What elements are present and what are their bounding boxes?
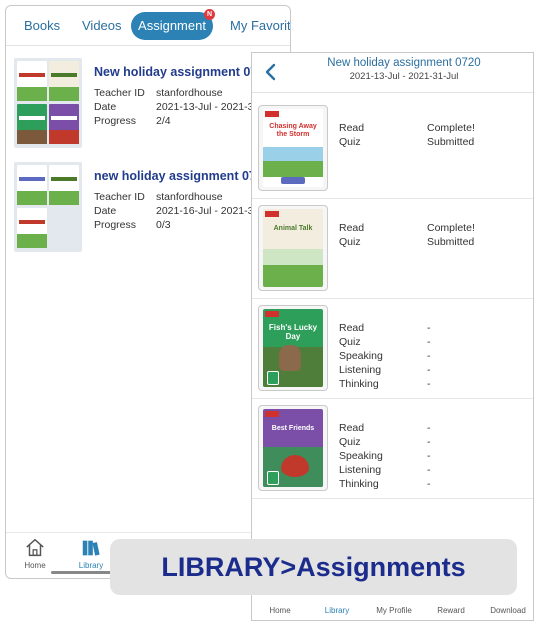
library-tabbar: Books Videos Assignment N My Favorite [6,6,290,46]
book-row[interactable]: Animal Talk Read Complete! Quiz Submitted [252,199,533,299]
cover-title: Chasing Away the Storm [269,123,317,138]
home-icon [26,538,44,557]
detail-dates: 2021-13-Jul - 2021-31-Jul [349,71,459,82]
nav-home-label: Home [24,561,46,570]
book-cover[interactable]: Chasing Away the Storm [258,105,328,191]
teacher-row: Teacher ID stanfordhouse [94,87,223,99]
task-listening: Listening - [339,464,431,476]
date-row: Date 2021-16-Jul - 2021-31-Jul [94,205,276,217]
nav-reward[interactable]: Reward [426,606,476,620]
nav-download[interactable]: Download [483,606,533,620]
tab-assignment[interactable]: Assignment N [131,9,215,40]
task-speaking: Speaking - [339,450,431,462]
task-read: Read Complete! [339,222,475,234]
nav-home[interactable]: Home [255,606,305,620]
task-thinking: Thinking - [339,478,431,490]
book-row[interactable]: Chasing Away the Storm Read Complete! Qui… [252,99,533,199]
library-icon [82,540,100,556]
nav-profile-label: My Profile [376,606,412,615]
task-speaking: Speaking - [339,350,431,362]
task-read: Read Complete! [339,122,475,134]
cover-art: Animal Talk [263,209,323,287]
nav-library[interactable]: Library [312,606,362,620]
cover-title: Best Friends [271,425,315,432]
date-row: Date 2021-13-Jul - 2021-31-Jul [94,101,276,113]
book-thumb [17,208,47,248]
tab-videos[interactable]: Videos [82,12,122,40]
book-thumb [17,61,47,101]
caption-banner: LIBRARY>Assignments [110,539,517,595]
teacher-row: Teacher ID stanfordhouse [94,191,223,203]
cover-art: Best Friends [263,409,323,487]
book-row[interactable]: Best Friends Read - Quiz - Speaking - Liste… [252,399,533,499]
book-thumb [17,104,47,144]
task-quiz: Quiz Submitted [339,136,475,148]
task-quiz: Quiz - [339,436,431,448]
cover-title: Animal Talk [273,225,313,232]
task-quiz: Quiz - [339,336,431,348]
nav-library-label: Library [324,606,350,615]
book-cover[interactable]: Best Friends [258,405,328,491]
nav-reward-label: Reward [437,606,465,615]
nav-download-label: Download [490,606,526,615]
detail-title: New holiday assignment 0720 [327,57,481,69]
tab-books[interactable]: Books [24,12,60,40]
nav-home[interactable]: Home [10,537,60,570]
book-cover[interactable]: Animal Talk [258,205,328,291]
assignment-detail-screen: New holiday assignment 0720 2021-13-Jul … [251,52,534,621]
book-thumb [49,61,79,101]
cover-art: Chasing Away the Storm [263,109,323,187]
task-read: Read - [339,422,431,434]
nav-my-profile[interactable]: My Profile [369,606,419,620]
nav-home-label: Home [269,606,291,615]
task-listening: Listening - [339,364,431,376]
assignment-thumbnails [14,58,82,148]
progress-row: Progress 0/3 [94,219,171,231]
task-thinking: Thinking - [339,378,431,390]
book-thumb [49,165,79,205]
book-cover[interactable]: Fish's Lucky Day [258,305,328,391]
task-quiz: Quiz Submitted [339,236,475,248]
detail-header: New holiday assignment 0720 2021-13-Jul … [252,53,533,93]
assignment-thumbnails [14,162,82,252]
book-thumb [17,165,47,205]
nav-library-label: Library [78,561,104,570]
book-thumb [49,104,79,144]
assignment-list-screen: Books Videos Assignment N My Favorite Ne… [5,5,291,579]
back-arrow-icon[interactable] [262,63,280,81]
new-badge: N [204,9,215,20]
nav-library[interactable]: Library [66,537,116,570]
tab-assignment-label: Assignment [138,18,206,33]
progress-row: Progress 2/4 [94,115,171,127]
book-row[interactable]: Fish's Lucky Day Read - Quiz - Speaking - L… [252,299,533,399]
task-read: Read - [339,322,431,334]
cover-title: Fish's Lucky Day [268,323,318,341]
cover-art: Fish's Lucky Day [263,309,323,387]
tab-my-favorite[interactable]: My Favorite [230,12,290,40]
